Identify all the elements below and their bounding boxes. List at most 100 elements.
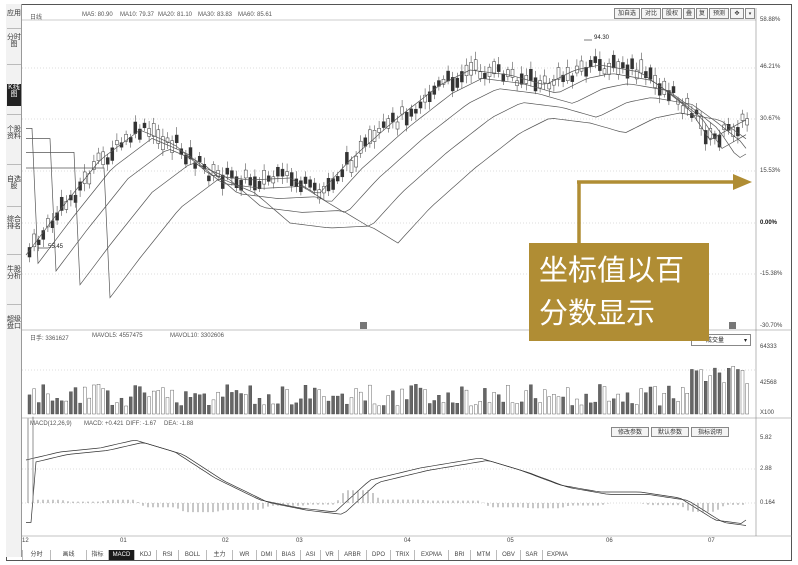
- tab-indicator[interactable]: BOLL: [178, 550, 206, 560]
- tab-indicator[interactable]: MTM: [470, 550, 496, 560]
- candle: [529, 69, 533, 81]
- volume-bar: [589, 402, 593, 415]
- x-tick: 07: [708, 538, 715, 544]
- default-params-button[interactable]: 默认参数: [651, 427, 689, 437]
- volume-bar: [377, 405, 381, 415]
- candle: [745, 118, 749, 126]
- macd-line: [25, 439, 747, 524]
- candle: [506, 69, 510, 77]
- candle: [570, 75, 575, 82]
- volume-bar: [82, 386, 87, 415]
- candle: [736, 127, 740, 137]
- volume-bar: [317, 389, 321, 415]
- volume-bar: [156, 390, 161, 415]
- candle: [588, 59, 593, 67]
- x-tick: 06: [606, 538, 613, 544]
- volume-bar: [717, 372, 722, 415]
- tab-indicator[interactable]: BRI: [448, 550, 470, 560]
- candle: [248, 177, 253, 186]
- candle: [460, 71, 464, 83]
- volume-bar: [230, 392, 234, 415]
- volume-bar: [451, 402, 455, 415]
- macd-y-low: 0.164: [760, 500, 776, 506]
- volume-bar: [188, 397, 193, 415]
- tab-indicator[interactable]: DPO: [366, 550, 390, 560]
- mavol5-value: MAVOL5: 4557475: [92, 333, 143, 339]
- volume-bar: [423, 389, 427, 415]
- tab-indicator[interactable]: KDJ: [134, 550, 156, 560]
- volume-bar: [322, 396, 326, 415]
- diff-value: DIFF: -1.67: [126, 421, 157, 427]
- tab-indicator[interactable]: EXPMA: [542, 550, 572, 560]
- volume-bar: [151, 390, 156, 415]
- candle: [418, 101, 423, 109]
- event-marker-icon[interactable]: [729, 322, 736, 329]
- candle: [354, 155, 358, 168]
- volume-bar: [299, 398, 303, 415]
- tab-indicator[interactable]: WR: [232, 550, 256, 560]
- volume-bar: [630, 403, 634, 415]
- volume-bar: [446, 392, 450, 415]
- candle: [538, 80, 542, 89]
- candle: [400, 106, 404, 115]
- volume-bar: [708, 375, 712, 415]
- indicator-help-button[interactable]: 指标说明: [691, 427, 729, 437]
- candle: [446, 70, 450, 82]
- candle: [363, 137, 368, 147]
- volume-bar: [64, 400, 69, 415]
- candle: [473, 59, 478, 71]
- volume-bar: [556, 396, 561, 415]
- candle: [533, 77, 538, 92]
- tab-indicator[interactable]: OBV: [496, 550, 520, 560]
- candle: [717, 134, 722, 148]
- x-tick: 12: [22, 538, 29, 544]
- volume-bar: [115, 402, 119, 415]
- tab-indicator[interactable]: 画线: [50, 550, 86, 560]
- candle: [648, 67, 653, 80]
- volume-bar: [276, 403, 280, 415]
- candle: [542, 75, 547, 84]
- volume-bar: [262, 404, 266, 415]
- volume-bar: [119, 397, 124, 415]
- volume-bar: [570, 405, 574, 415]
- tab-indicator[interactable]: TRIX: [390, 550, 414, 560]
- modify-params-button[interactable]: 修改参数: [611, 427, 649, 437]
- event-marker-icon[interactable]: [360, 322, 367, 329]
- volume-bar: [501, 401, 505, 415]
- tab-indicator[interactable]: RSI: [156, 550, 178, 560]
- tab-indicator[interactable]: 主力: [206, 550, 232, 560]
- volume-bar: [635, 404, 639, 415]
- tab-indicator[interactable]: DMI: [256, 550, 276, 560]
- volume-bar: [653, 386, 657, 415]
- volume-bar: [50, 400, 55, 415]
- volume-bar: [239, 393, 243, 415]
- candle: [59, 196, 64, 211]
- tab-indicator[interactable]: ARBR: [338, 550, 366, 560]
- candle: [487, 66, 492, 77]
- volume-bar: [368, 384, 372, 415]
- volume-bar: [616, 393, 620, 415]
- tab-indicator[interactable]: MACD: [108, 550, 134, 560]
- volume-bar: [336, 395, 340, 415]
- volume-bar: [667, 385, 671, 415]
- tab-indicator[interactable]: SAR: [520, 550, 542, 560]
- candle: [414, 108, 418, 114]
- tab-indicator[interactable]: VR: [320, 550, 338, 560]
- tab-indicator[interactable]: BIAS: [276, 550, 300, 560]
- volume-bar: [731, 366, 735, 415]
- tab-indicator[interactable]: EXPMA: [414, 550, 448, 560]
- volume-bar: [271, 403, 275, 415]
- volume-bar: [216, 391, 220, 415]
- volume-bar: [736, 369, 740, 415]
- callout-line-1: 坐标值以百: [539, 253, 685, 287]
- tab-indicator[interactable]: 分时: [22, 550, 50, 560]
- volume-bar: [648, 386, 653, 415]
- macd-y-top: 5.82: [760, 435, 772, 441]
- candle: [225, 167, 230, 175]
- volume-bar: [520, 401, 524, 415]
- volume-bar: [584, 393, 588, 415]
- volume-bar: [483, 388, 487, 415]
- tab-indicator[interactable]: 指标: [86, 550, 108, 560]
- volume-bar: [133, 385, 138, 415]
- tab-indicator[interactable]: ASI: [300, 550, 320, 560]
